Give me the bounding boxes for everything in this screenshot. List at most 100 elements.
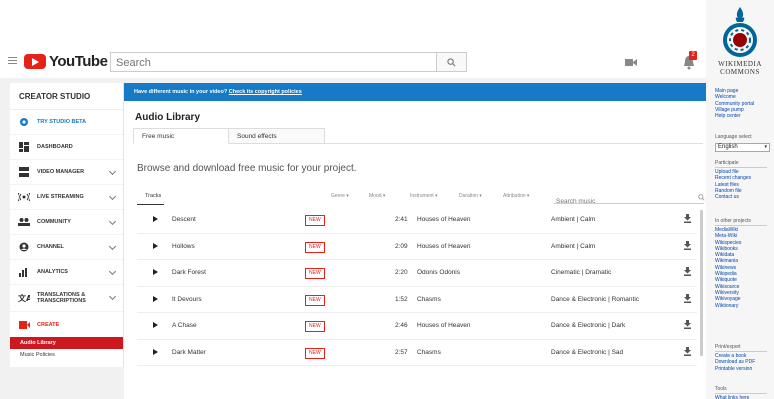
download-icon[interactable] xyxy=(684,293,691,303)
search-box xyxy=(110,52,437,72)
search-icon[interactable] xyxy=(698,194,705,201)
track-name: Dark Matter xyxy=(172,348,206,356)
track-duration: 2:46 xyxy=(395,322,408,329)
search-button[interactable] xyxy=(437,52,467,72)
chevron-down-icon[interactable] xyxy=(108,267,117,276)
divider xyxy=(715,167,767,168)
sidebar-subitem-music-policies[interactable]: Music Policies xyxy=(10,349,123,361)
community-icon xyxy=(18,217,30,227)
page-title: Audio Library xyxy=(135,112,201,123)
sidebar-item-label: VIDEO MANAGER xyxy=(37,169,85,175)
sidebar-item-video-manager[interactable]: VIDEO MANAGER xyxy=(10,160,123,185)
sidebar-item-live-streaming[interactable]: LIVE STREAMING xyxy=(10,185,123,210)
scrollbar[interactable] xyxy=(700,210,703,356)
tools-link[interactable]: What links here xyxy=(715,395,773,399)
upload-video-icon[interactable] xyxy=(625,58,637,67)
tab-free-music[interactable]: Free music xyxy=(133,128,229,144)
wikimedia-commons-sidebar: WIKIMEDIA COMMONS Main page Welcome Commun… xyxy=(706,0,774,399)
download-icon[interactable] xyxy=(684,320,691,329)
download-icon[interactable] xyxy=(684,240,691,250)
track-genre: Cinematic | Dramatic xyxy=(551,269,612,276)
create-icon xyxy=(18,320,30,330)
track-name: It Devours xyxy=(172,295,202,303)
track-artist: Houses of Heaven xyxy=(417,216,471,223)
duration-filter[interactable]: Duration xyxy=(459,193,482,199)
participate-link[interactable]: Contact us xyxy=(715,194,773,200)
sidebar-item-dashboard[interactable]: DASHBOARD xyxy=(10,135,123,160)
new-badge: NEW xyxy=(305,321,325,332)
track-artist: Odonis Odonis xyxy=(417,269,460,276)
instrument-filter[interactable]: Instrument xyxy=(410,193,438,199)
search-input[interactable] xyxy=(111,54,436,72)
chevron-down-icon[interactable] xyxy=(108,217,117,226)
track-genre: Dance & Electronic | Romantic xyxy=(551,295,640,303)
sidebar-item-translations[interactable]: 文A TRANSLATIONS & TRANSCRIPTIONS xyxy=(10,285,123,312)
sidebar-item-community[interactable]: COMMUNITY xyxy=(10,210,123,235)
svg-text:文A: 文A xyxy=(18,293,30,303)
wiki-nav: Main page Welcome Community portal Village … xyxy=(715,88,773,119)
other-project-link[interactable]: Wiktionary xyxy=(715,303,773,309)
play-icon[interactable] xyxy=(153,295,158,302)
track-artist: Chasms xyxy=(417,348,441,356)
wiki-title-line1: WIKIMEDIA xyxy=(718,60,762,68)
print-export-link[interactable]: Printable version xyxy=(715,366,773,372)
video-manager-icon xyxy=(18,167,30,177)
chevron-down-icon[interactable] xyxy=(108,167,117,176)
download-icon[interactable] xyxy=(684,267,691,276)
genre-filter[interactable]: Genre xyxy=(331,193,349,199)
youtube-logo[interactable]: YouTube TM xyxy=(24,53,118,70)
translate-icon: 文A xyxy=(18,293,30,303)
sidebar-item-channel[interactable]: CHANNEL xyxy=(10,235,123,260)
sidebar-item-label: DASHBOARD xyxy=(37,144,73,150)
chevron-down-icon[interactable] xyxy=(108,192,117,201)
creator-studio-sidebar: CREATOR STUDIO TRY STUDIO BETA DASHBOARD… xyxy=(10,83,124,367)
track-name: A Chase xyxy=(172,322,197,329)
other-projects-heading: In other projects xyxy=(715,218,751,224)
play-icon[interactable] xyxy=(153,216,158,222)
sidebar-item-label: COMMUNITY xyxy=(37,219,71,225)
table-row[interactable]: It Devours NEW 1:52 Chasms Dance & Electroni… xyxy=(137,287,697,313)
print-export-heading: Print/export xyxy=(715,344,741,350)
sidebar-item-label: LIVE STREAMING xyxy=(37,194,84,200)
browse-heading: Browse and download free music for your … xyxy=(137,163,357,174)
divider xyxy=(715,393,767,394)
sidebar-item-analytics[interactable]: ANALYTICS xyxy=(10,260,123,285)
sidebar-header: CREATOR STUDIO xyxy=(10,83,123,110)
tracks-tab[interactable]: Tracks xyxy=(145,193,161,199)
sidebar-subitem-audio-library[interactable]: Audio Library xyxy=(10,337,123,349)
wikimedia-commons-logo[interactable] xyxy=(720,6,760,59)
attribution-filter[interactable]: Attribution xyxy=(503,193,529,199)
track-name: Dark Forest xyxy=(172,269,206,276)
language-select[interactable]: English xyxy=(715,143,770,152)
tools-heading: Tools xyxy=(715,386,727,392)
download-icon[interactable] xyxy=(684,214,691,223)
participate-heading: Participate xyxy=(715,160,739,166)
copyright-policies-link[interactable]: Check its copyright policies xyxy=(229,89,302,95)
table-row[interactable]: Dark Forest NEW 2:20 Odonis Odonis Cinematic… xyxy=(137,260,697,287)
tab-sound-effects[interactable]: Sound effects xyxy=(229,128,325,144)
play-icon[interactable] xyxy=(153,242,158,249)
mood-filter[interactable]: Mood xyxy=(369,193,385,199)
track-genre: Dance & Electronic | Dark xyxy=(551,322,626,329)
sidebar-item-try-studio-beta[interactable]: TRY STUDIO BETA xyxy=(10,110,123,135)
menu-icon[interactable] xyxy=(8,57,17,64)
sidebar-item-create[interactable]: CREATE xyxy=(10,312,123,337)
table-row[interactable]: Hollows NEW 2:09 Houses of Heaven Ambient | … xyxy=(137,234,697,260)
track-genre: Ambient | Calm xyxy=(551,216,596,223)
download-icon[interactable] xyxy=(684,346,691,356)
track-artist: Chasms xyxy=(417,295,441,303)
table-row[interactable]: Dark Matter NEW 2:57 Chasms Dance & Electron… xyxy=(137,340,697,366)
other-projects-links: MediaWiki Meta-Wiki Wikispecies Wikibooks Wi… xyxy=(715,227,773,309)
track-name: Descent xyxy=(172,216,196,223)
table-row[interactable]: A Chase NEW 2:46 Houses of Heaven Dance & El… xyxy=(137,313,697,340)
dashboard-icon xyxy=(18,142,30,152)
play-icon[interactable] xyxy=(153,269,158,275)
play-icon[interactable] xyxy=(153,322,158,328)
chevron-down-icon[interactable] xyxy=(108,292,117,301)
chevron-down-icon[interactable] xyxy=(108,242,117,251)
track-artist: Houses of Heaven xyxy=(417,322,471,329)
play-icon[interactable] xyxy=(153,348,158,355)
wiki-nav-link[interactable]: Help center xyxy=(715,113,773,119)
tools-links: What links here xyxy=(715,395,773,399)
table-row[interactable]: Descent NEW 2:41 Houses of Heaven Ambient | … xyxy=(137,207,697,234)
